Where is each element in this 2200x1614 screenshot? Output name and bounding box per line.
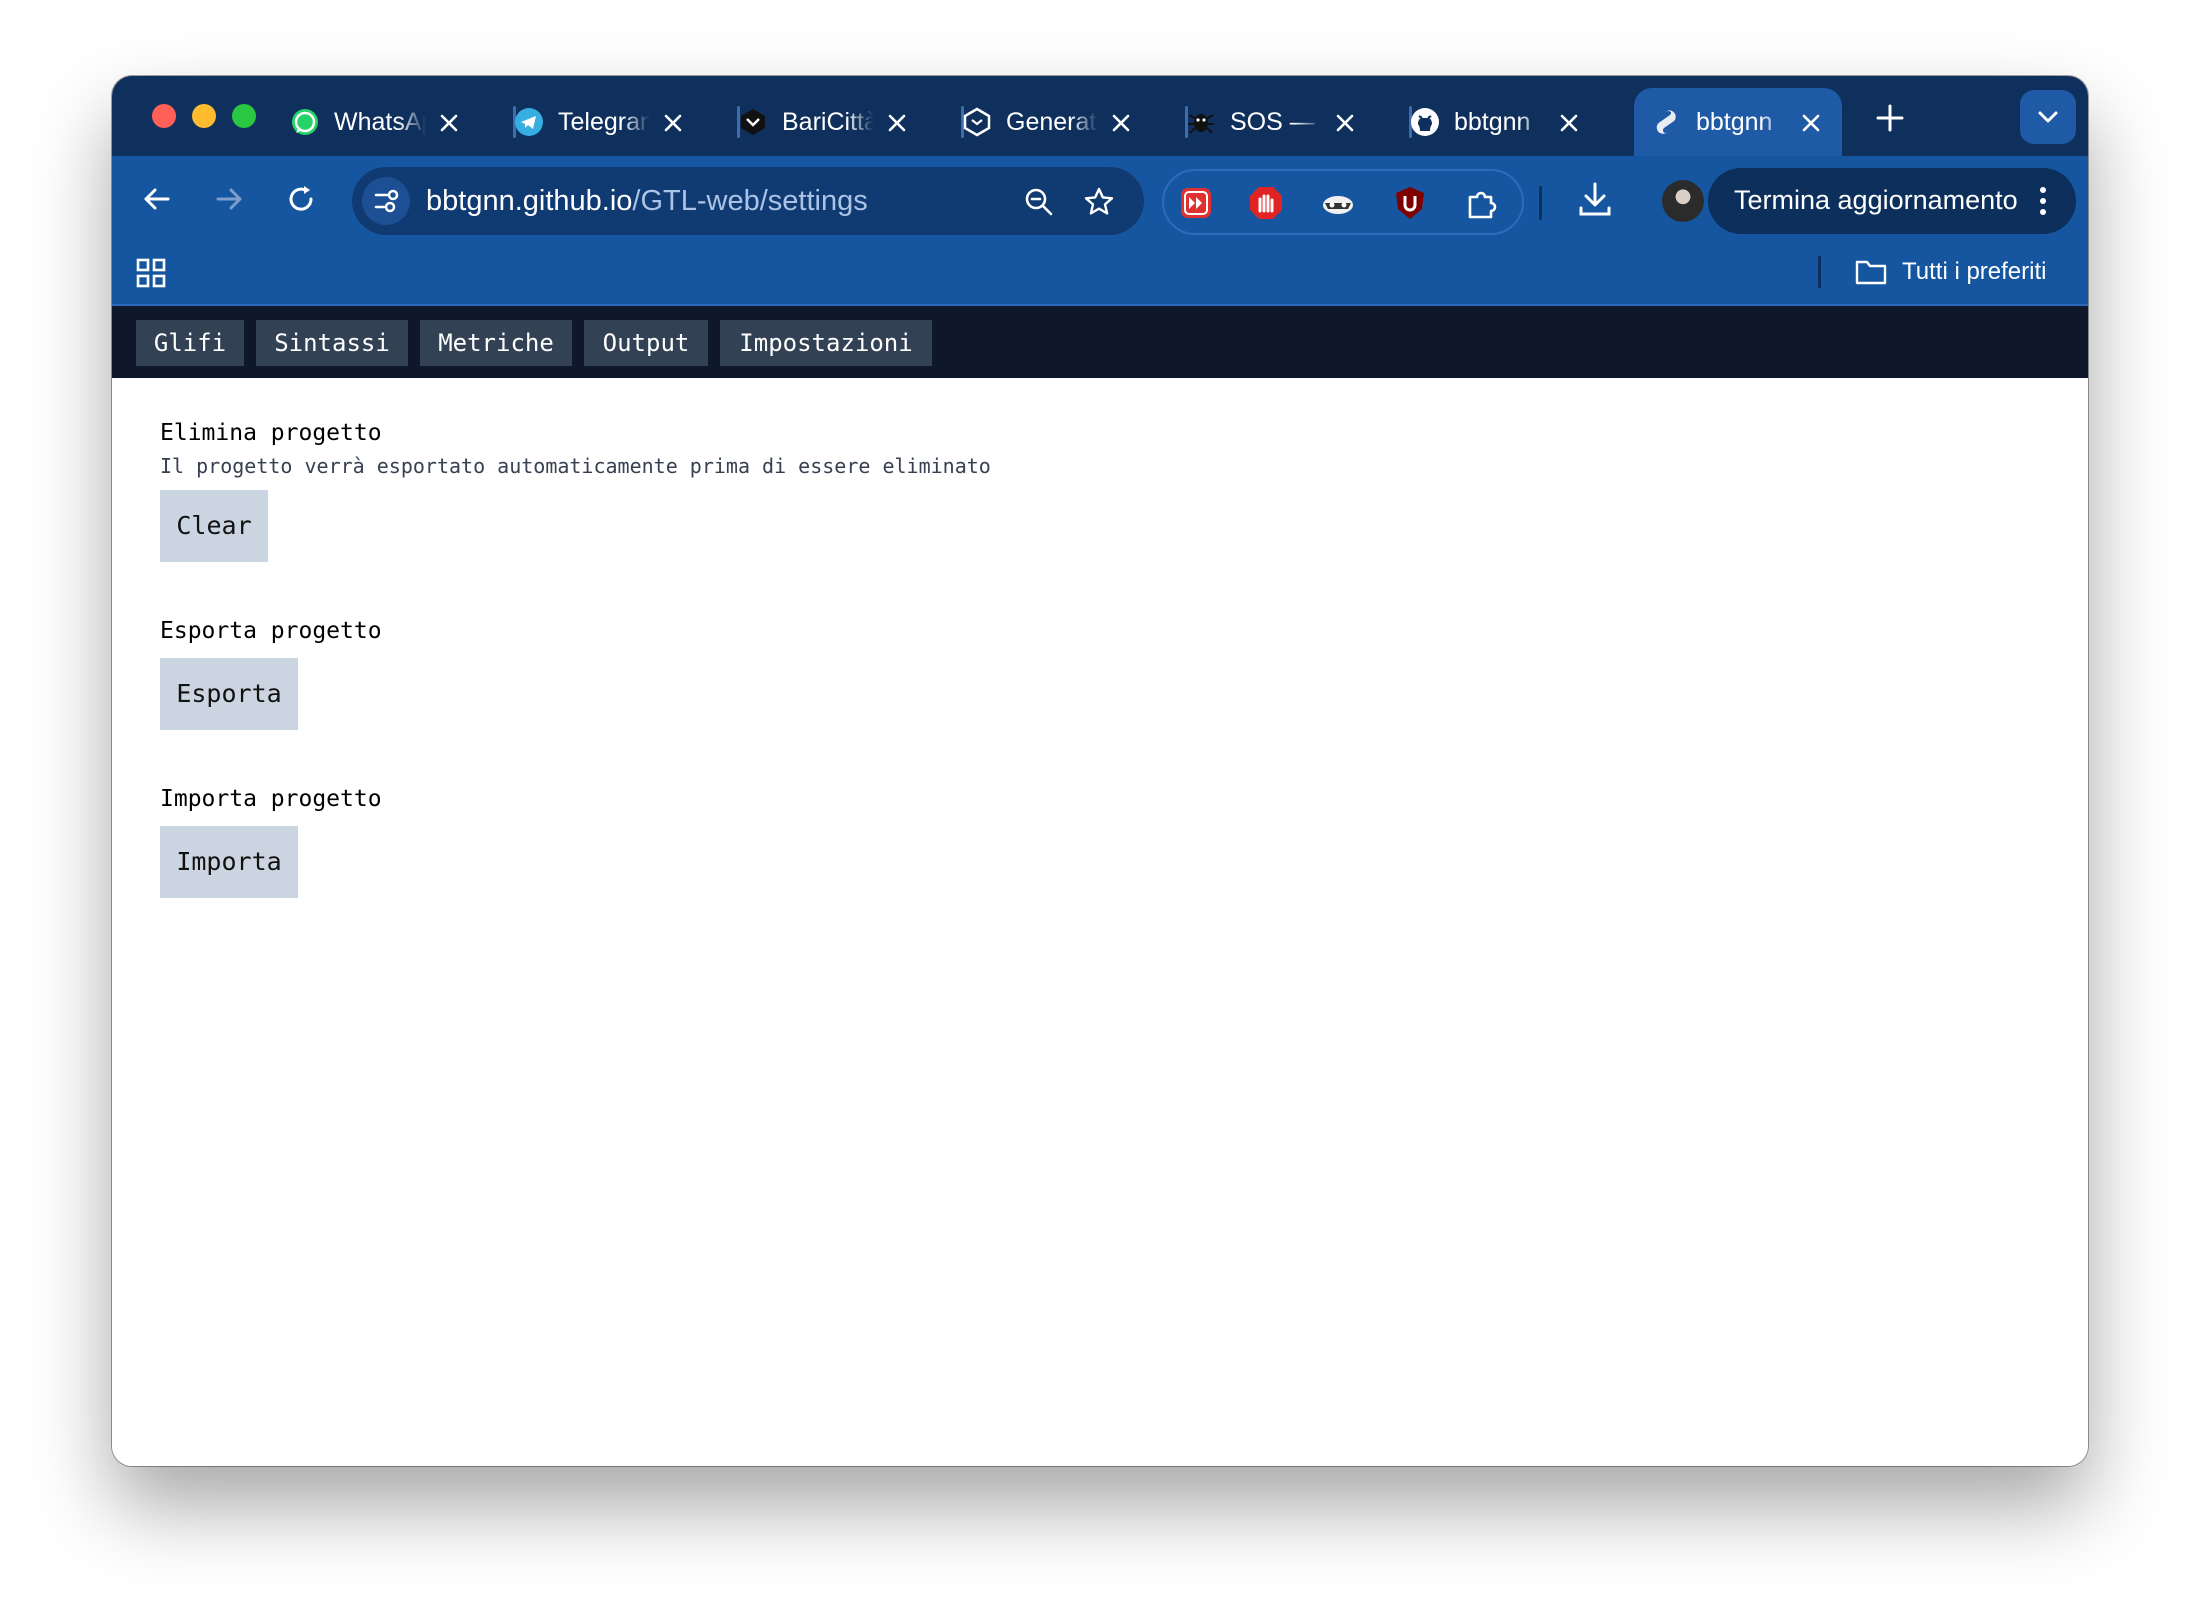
browser-tab-telegram[interactable]: Telegram — [496, 88, 716, 156]
browser-tab-sos[interactable]: SOS — — [1168, 88, 1388, 156]
update-button-label: Termina aggiornamento — [1734, 185, 2018, 215]
close-tab-icon[interactable] — [660, 110, 686, 136]
tab-title: Generate — [1006, 108, 1098, 136]
url-path: /GTL-web/settings — [632, 185, 868, 217]
bug-icon — [1188, 114, 1214, 134]
close-tab-icon[interactable] — [436, 110, 462, 136]
toolbar-separator — [1539, 186, 1542, 220]
whatsapp-icon — [292, 109, 318, 135]
baricitta-icon — [741, 109, 765, 135]
browser-toolbar: bbtgnn.github.io/GTL-web/settings Termin… — [112, 156, 2088, 242]
svelte-icon — [1656, 110, 1676, 134]
forward-icon[interactable] — [212, 182, 246, 216]
profile-avatar[interactable] — [1662, 180, 1704, 222]
reload-icon[interactable] — [284, 182, 318, 216]
browser-tab-whatsapp[interactable]: WhatsApp — [272, 88, 492, 156]
url-host: bbtgnn.github.io — [426, 185, 633, 217]
tab-title: WhatsApp — [334, 108, 426, 136]
close-window-button[interactable] — [152, 104, 176, 128]
tab-title: SOS — — [1230, 108, 1315, 136]
tab-title: bbtgnn — [1696, 108, 1773, 136]
telegram-icon — [515, 108, 543, 136]
raccoon-extension-icon[interactable] — [1320, 185, 1356, 221]
chevron-down-icon — [2038, 111, 2058, 123]
fastforward-extension-icon[interactable] — [1178, 185, 1214, 221]
new-tab-icon[interactable] — [1872, 100, 1908, 136]
section-title: Esporta progetto — [160, 618, 382, 644]
github-icon — [1411, 108, 1439, 136]
site-info-button[interactable] — [362, 177, 410, 225]
tab-title: bbtgnn — [1454, 108, 1531, 136]
close-tab-icon[interactable] — [1798, 110, 1824, 136]
tab-metriche[interactable]: Metriche — [420, 320, 572, 366]
tune-icon — [374, 189, 399, 213]
browser-tab-generate[interactable]: Generate — [944, 88, 1164, 156]
zoom-icon[interactable] — [1022, 185, 1056, 219]
all-bookmarks-label[interactable]: Tutti i preferiti — [1902, 258, 2046, 286]
close-tab-icon[interactable] — [1556, 110, 1582, 136]
settings-page: Elimina progetto Il progetto verrà espor… — [112, 378, 2088, 1466]
tab-search-button[interactable] — [2020, 90, 2076, 144]
tab-title: BariCittà — [782, 108, 874, 136]
import-button[interactable]: Importa — [160, 826, 298, 898]
tab-strip: WhatsApp Telegram BariCittà — [112, 76, 2088, 158]
export-button[interactable]: Esporta — [160, 658, 298, 730]
adblock-extension-icon[interactable] — [1248, 185, 1284, 221]
download-icon[interactable] — [1576, 180, 1614, 220]
bookmark-star-icon[interactable] — [1082, 185, 1116, 219]
extensions-group — [1162, 169, 1524, 235]
browser-tab-github[interactable]: bbtgnn — [1392, 88, 1612, 156]
browser-tab-baricitta[interactable]: BariCittà — [720, 88, 940, 156]
folder-icon[interactable] — [1854, 257, 1888, 287]
update-button[interactable]: Termina aggiornamento — [1708, 168, 2076, 234]
browser-window: WhatsApp Telegram BariCittà — [112, 76, 2088, 1466]
hexagon-icon — [963, 107, 991, 137]
more-menu-icon[interactable] — [2038, 185, 2048, 217]
bookmarks-separator — [1818, 256, 1821, 288]
close-tab-icon[interactable] — [884, 110, 910, 136]
bookmarks-bar: Tutti i preferiti — [112, 242, 2088, 306]
tab-output[interactable]: Output — [584, 320, 708, 366]
close-tab-icon[interactable] — [1108, 110, 1134, 136]
address-bar[interactable]: bbtgnn.github.io/GTL-web/settings — [352, 167, 1144, 235]
section-title: Elimina progetto — [160, 420, 382, 446]
tab-sintassi[interactable]: Sintassi — [256, 320, 408, 366]
apps-grid-icon[interactable] — [136, 258, 166, 288]
close-tab-icon[interactable] — [1332, 110, 1358, 136]
tab-impostazioni[interactable]: Impostazioni — [720, 320, 932, 366]
zoom-window-button[interactable] — [232, 104, 256, 128]
url-text: bbtgnn.github.io/GTL-web/settings — [426, 185, 868, 218]
ublock-extension-icon[interactable] — [1392, 185, 1428, 221]
section-title: Importa progetto — [160, 786, 382, 812]
clear-button[interactable]: Clear — [160, 490, 268, 562]
minimize-window-button[interactable] — [192, 104, 216, 128]
back-icon[interactable] — [140, 182, 174, 216]
browser-tab-active[interactable]: bbtgnn — [1634, 88, 1842, 158]
tab-title: Telegram — [558, 108, 650, 136]
section-subtitle: Il progetto verrà esportato automaticame… — [160, 454, 991, 478]
app-nav: Glifi Sintassi Metriche Output Impostazi… — [112, 306, 2088, 378]
extensions-puzzle-icon[interactable] — [1464, 185, 1500, 221]
tab-glifi[interactable]: Glifi — [136, 320, 244, 366]
